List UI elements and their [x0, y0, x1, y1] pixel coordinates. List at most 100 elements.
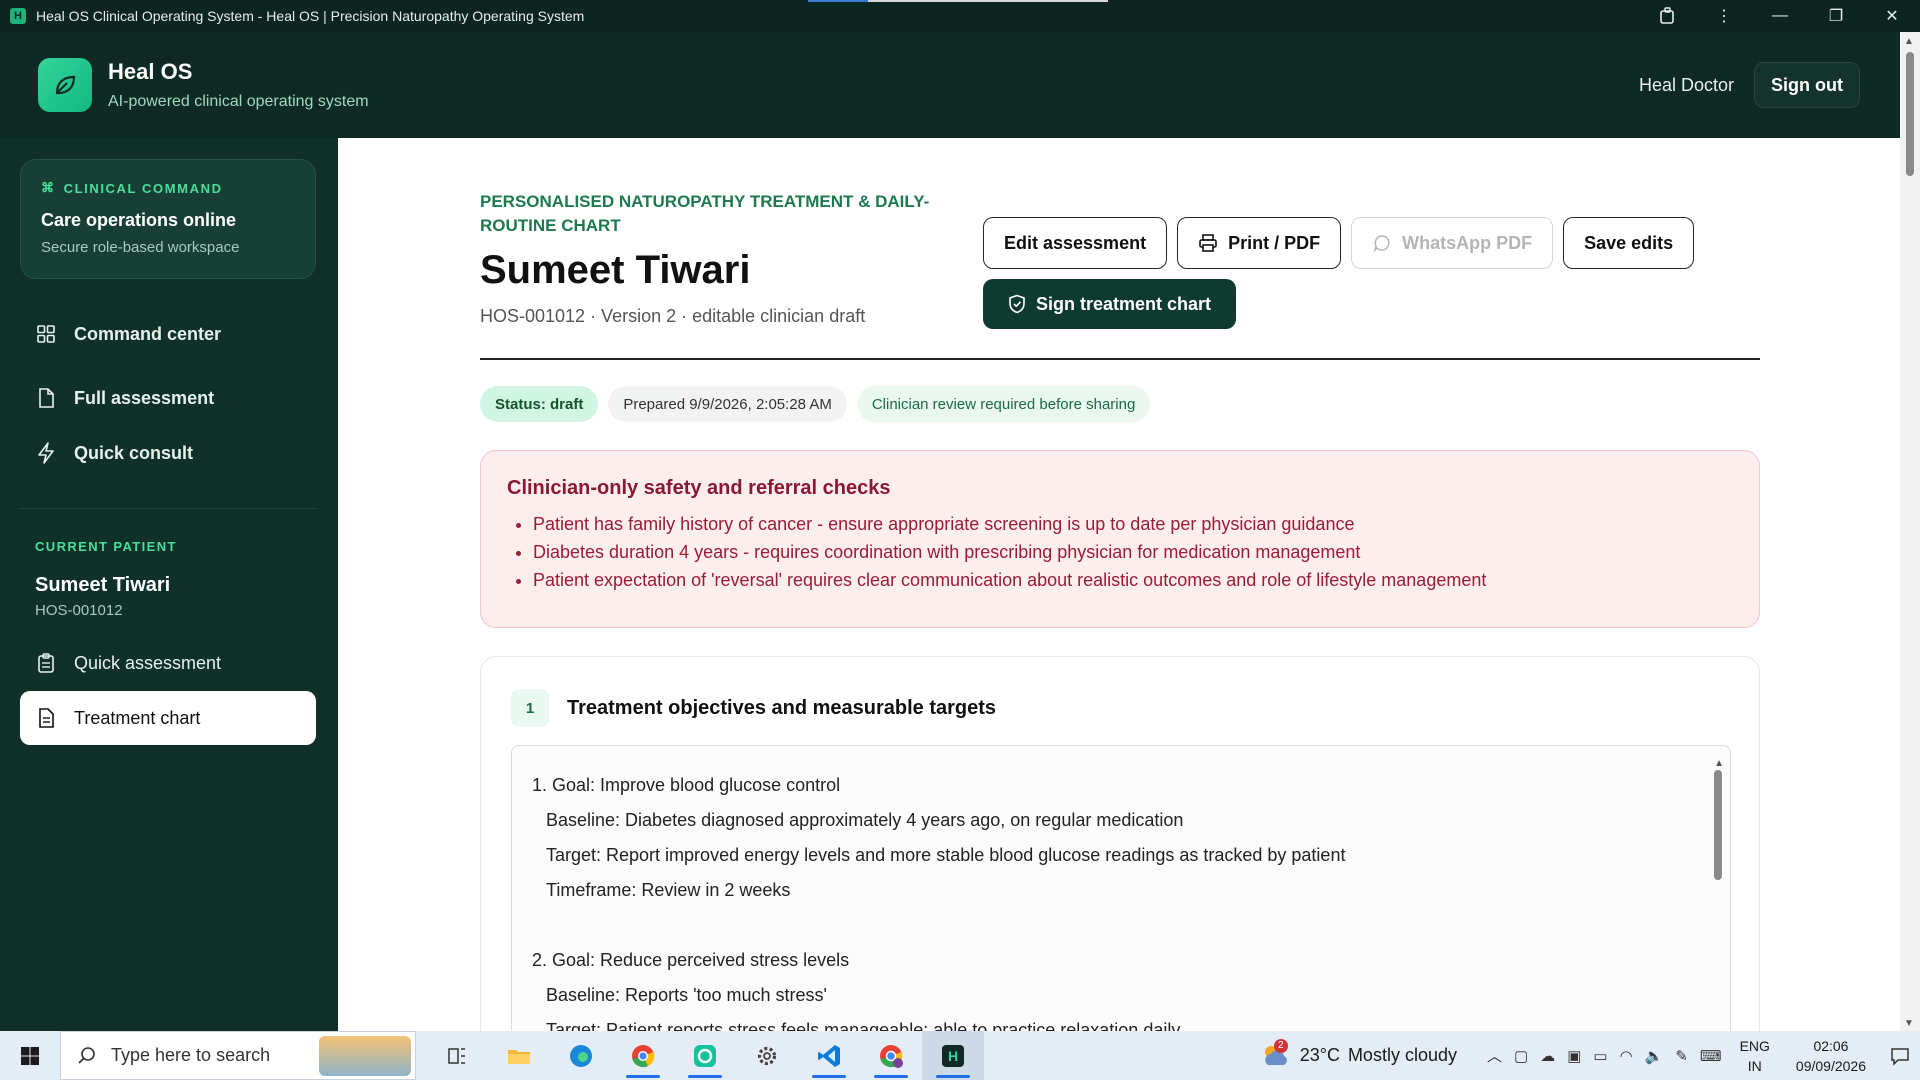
taskbar-search-input[interactable]: Type here to search — [60, 1031, 416, 1080]
system-clock[interactable]: 02:06 09/09/2026 — [1796, 1036, 1866, 1076]
task-view-icon[interactable] — [426, 1031, 488, 1080]
search-highlight-image — [319, 1035, 411, 1076]
search-placeholder: Type here to search — [111, 1045, 271, 1065]
review-notice: Clinician review required before sharing — [856, 386, 1151, 422]
file-icon — [34, 706, 58, 730]
more-menu-icon[interactable]: ⋮ — [1696, 0, 1752, 32]
whatsapp-pdf-label: WhatsApp PDF — [1402, 232, 1533, 253]
device-icon[interactable]: ▢ — [1514, 1047, 1528, 1065]
sidebar-item-quick-assessment[interactable]: Quick assessment — [20, 636, 316, 690]
chevron-up-icon[interactable]: ︿ — [1487, 1045, 1502, 1066]
current-patient-label: CURRENT PATIENT — [35, 539, 177, 554]
current-patient-name: Sumeet Tiwari — [35, 574, 171, 596]
command-card-title: Care operations online — [41, 210, 237, 230]
safety-alert-item: Patient expectation of 'reversal' requir… — [533, 570, 1733, 591]
sidebar-item-quick-consult[interactable]: Quick consult — [20, 428, 316, 478]
safety-alert-item: Patient has family history of cancer - e… — [533, 514, 1733, 535]
chart-eyebrow: PERSONALISED NATUROPATHY TREATMENT & DAI… — [480, 192, 930, 235]
windows-start-icon[interactable] — [0, 1031, 60, 1080]
textarea-line: 2. Goal: Reduce perceived stress levels — [532, 950, 850, 970]
sidebar-item-label: Full assessment — [74, 387, 215, 408]
edge-browser-icon[interactable] — [550, 1031, 612, 1080]
app-icon: H — [10, 8, 26, 24]
chrome-browser-icon[interactable] — [612, 1031, 674, 1080]
sidebar-item-label: Quick consult — [74, 442, 194, 463]
sidebar-item-treatment-chart[interactable]: Treatment chart — [20, 691, 316, 745]
search-icon — [77, 1046, 97, 1066]
page-scrollbar[interactable]: ▲ ▼ — [1900, 32, 1920, 1031]
sidebar: ⌘ CLINICAL COMMAND Care operations onlin… — [0, 138, 338, 1031]
safety-alert: Clinician-only safety and referral check… — [480, 450, 1760, 628]
speaker-icon[interactable]: 🔈 — [1645, 1047, 1664, 1065]
page-load-progress-fill — [808, 0, 868, 2]
sign-treatment-chart-label: Sign treatment chart — [1036, 293, 1212, 314]
pen-icon[interactable]: ✎ — [1675, 1047, 1688, 1065]
sidebar-divider — [20, 508, 316, 509]
sidebar-item-label: Treatment chart — [74, 707, 201, 728]
windows-taskbar: Type here to search H 2 23°C Mostly clou… — [0, 1031, 1920, 1080]
weather-condition: Mostly cloudy — [1347, 1045, 1457, 1065]
section-number: 1 — [511, 689, 549, 727]
textarea-scrollbar-thumb[interactable] — [1714, 770, 1722, 880]
print-pdf-button[interactable]: Print / PDF — [1177, 217, 1342, 269]
grid-icon — [34, 322, 58, 346]
meet-now-icon[interactable]: ▣ — [1567, 1047, 1581, 1065]
textarea-line: Baseline: Reports 'too much stress' — [546, 985, 827, 1005]
brand-tagline: AI-powered clinical operating system — [108, 93, 369, 110]
document-edit-icon — [34, 386, 58, 410]
textarea-line: Baseline: Diabetes diagnosed approximate… — [546, 810, 1184, 830]
notifications-icon[interactable] — [1880, 1046, 1920, 1066]
sidebar-item-full-assessment[interactable]: Full assessment — [20, 373, 316, 423]
scroll-down-icon[interactable]: ▼ — [1904, 1018, 1914, 1029]
settings-gear-icon[interactable] — [736, 1031, 798, 1080]
weather-alert-badge: 2 — [1273, 1038, 1288, 1053]
onedrive-cloud-icon[interactable]: ☁ — [1540, 1047, 1555, 1065]
leaf-logo-icon — [38, 58, 92, 112]
restore-icon[interactable]: ❐ — [1808, 0, 1864, 32]
cloud-weather-icon: 2 — [1260, 1038, 1290, 1069]
command-key-icon: ⌘ — [41, 180, 56, 195]
file-explorer-icon[interactable] — [488, 1031, 550, 1080]
header-divider — [480, 358, 1760, 360]
vscode-icon[interactable] — [798, 1031, 860, 1080]
shield-check-icon — [1008, 294, 1026, 314]
language-code: ENG — [1739, 1037, 1770, 1054]
scroll-up-icon[interactable]: ▲ — [1904, 36, 1914, 47]
treatment-objectives-textarea[interactable]: 1. Goal: Improve blood glucose control B… — [511, 745, 1731, 1031]
edit-assessment-button[interactable]: Edit assessment — [983, 217, 1168, 269]
save-edits-button[interactable]: Save edits — [1563, 217, 1695, 269]
sign-out-button[interactable]: Sign out — [1754, 62, 1860, 108]
grammarly-icon[interactable] — [674, 1031, 736, 1080]
command-card-eyebrow: CLINICAL COMMAND — [63, 180, 223, 196]
sign-treatment-chart-button[interactable]: Sign treatment chart — [983, 279, 1237, 329]
weather-widget[interactable]: 2 23°C Mostly cloudy — [1260, 1038, 1457, 1069]
extensions-icon[interactable] — [1640, 0, 1696, 32]
whatsapp-pdf-button[interactable]: WhatsApp PDF — [1351, 217, 1554, 269]
minimize-icon[interactable]: — — [1752, 0, 1808, 32]
save-edits-label: Save edits — [1584, 232, 1674, 253]
edit-assessment-label: Edit assessment — [1004, 232, 1147, 253]
print-pdf-label: Print / PDF — [1228, 232, 1321, 253]
wifi-icon[interactable]: ◠ — [1620, 1047, 1633, 1065]
current-patient-id: HOS-001012 — [35, 602, 123, 619]
clipboard-icon — [34, 651, 58, 675]
heal-os-app-icon[interactable]: H — [922, 1031, 984, 1080]
lightning-icon — [34, 441, 58, 465]
input-language[interactable]: ENG IN — [1740, 1036, 1770, 1076]
page-title: Sumeet Tiwari — [480, 248, 751, 292]
window-title: Heal OS Clinical Operating System - Heal… — [36, 8, 585, 24]
page-load-progress — [808, 0, 1108, 2]
brand-name: Heal OS — [108, 59, 193, 84]
clock-date: 09/09/2026 — [1795, 1057, 1866, 1074]
textarea-line: Timeframe: Review in 2 weeks — [546, 880, 791, 900]
sidebar-item-command-center[interactable]: Command center — [20, 309, 316, 359]
keyboard-icon[interactable]: ⌨ — [1700, 1047, 1722, 1065]
system-tray: 2 23°C Mostly cloudy ︿ ▢ ☁ ▣ ▭ ◠ 🔈 ✎ ⌨ E… — [1260, 1031, 1920, 1080]
sidebar-item-label: Quick assessment — [74, 652, 222, 673]
prepared-timestamp: Prepared 9/9/2026, 2:05:28 AM — [608, 386, 847, 422]
page-scrollbar-thumb[interactable] — [1906, 52, 1914, 176]
close-icon[interactable]: ✕ — [1864, 0, 1920, 32]
main-content: PERSONALISED NATUROPATHY TREATMENT & DAI… — [338, 138, 1900, 1031]
battery-icon[interactable]: ▭ — [1593, 1047, 1607, 1065]
chrome-profile-icon[interactable] — [860, 1031, 922, 1080]
